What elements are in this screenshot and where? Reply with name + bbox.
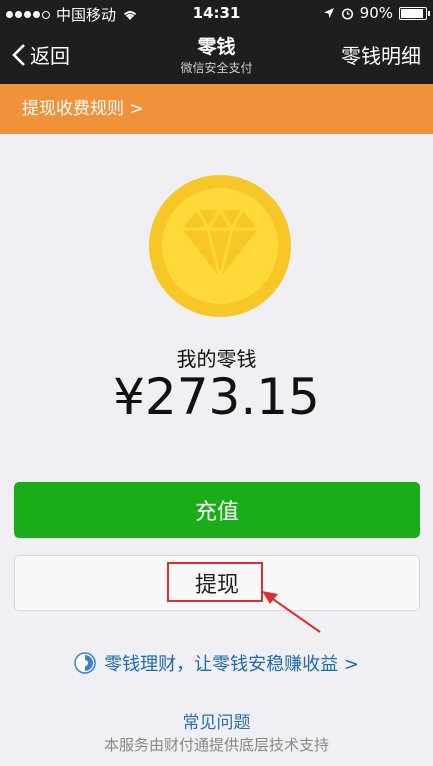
withdraw-highlight-box (167, 562, 263, 602)
battery-icon (399, 6, 430, 20)
nav-bar: 返回 零钱 微信安全支付 零钱明细 (0, 26, 433, 84)
wealth-label: 零钱理财，让零钱安稳赚收益 > (104, 654, 359, 675)
faq-link[interactable]: 常见问题 (0, 708, 433, 733)
annotation-arrow-icon (262, 591, 321, 633)
location-icon (323, 8, 334, 18)
footer-text: 本服务由财付通提供底层技术支持 (103, 736, 329, 754)
wealth-icon (74, 652, 96, 674)
banner-text: 提现收费规则 > (22, 99, 144, 119)
alarm-icon (341, 7, 353, 20)
battery-percent: 90% (359, 4, 393, 22)
status-right: 90% (323, 4, 430, 22)
wealth-management-link[interactable]: 零钱理财，让零钱安稳赚收益 > (0, 650, 433, 676)
status-bar: 中国移动 14:31 90% (0, 0, 433, 26)
change-details-link[interactable]: 零钱明细 (341, 40, 421, 69)
withdraw-fee-rules-banner[interactable]: 提现收费规则 > (0, 84, 433, 134)
recharge-button[interactable]: 充值 (14, 482, 420, 538)
balance-amount: ¥273.15 (113, 368, 320, 426)
diamond-coin-icon (149, 175, 291, 317)
